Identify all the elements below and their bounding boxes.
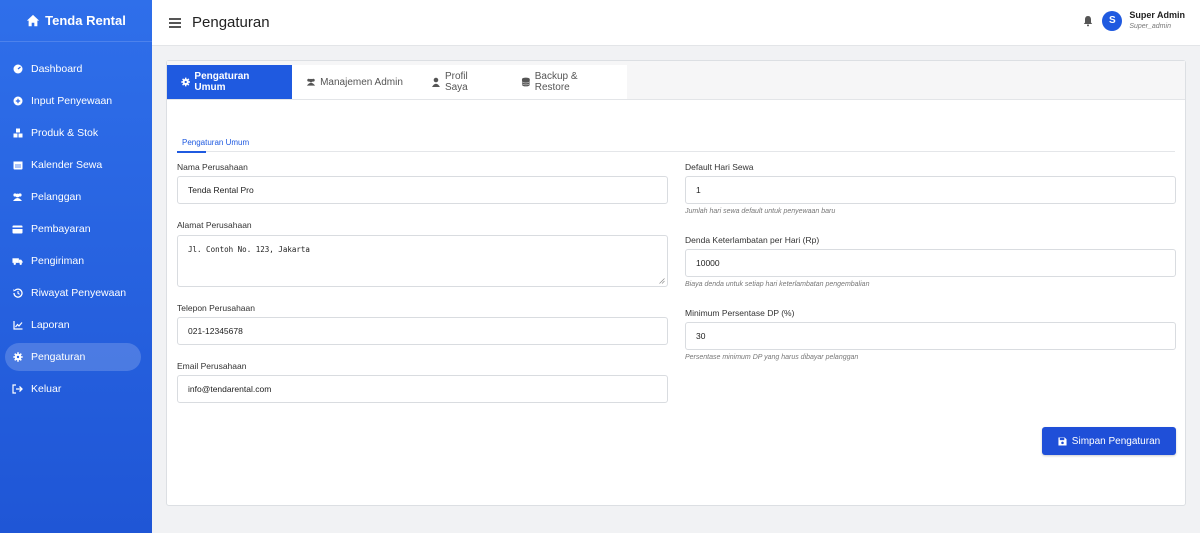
topbar: Pengaturan S Super Admin Super_admin — [152, 0, 1200, 46]
company-name-input[interactable]: Tenda Rental Pro — [177, 176, 668, 204]
sidebar-item-label: Kalender Sewa — [31, 159, 103, 171]
sidebar-item-label: Pengaturan — [31, 351, 86, 363]
company-email-input[interactable]: info@tendarental.com — [177, 375, 668, 403]
tab-label: Pengaturan Umum — [194, 71, 250, 93]
sidebar-item-label: Keluar — [31, 383, 62, 395]
company-phone-label: Telepon Perusahaan — [177, 303, 255, 313]
save-icon — [1058, 436, 1067, 446]
sidebar-nav: Dashboard Input Penyewaan Produk & Stok … — [0, 55, 152, 403]
tabs-bar: Pengaturan Umum Manajemen Admin Profil S… — [167, 61, 1185, 100]
sidebar-item-pengiriman[interactable]: Pengiriman — [5, 247, 141, 275]
sidebar-item-label: Laporan — [31, 319, 70, 331]
min-dp-help: Persentase minimum DP yang harus dibayar… — [685, 354, 859, 361]
calendar-icon — [12, 160, 23, 171]
tab-pengaturan-umum[interactable]: Pengaturan Umum — [167, 65, 292, 99]
sidebar: Tenda Rental Dashboard Input Penyewaan P… — [0, 0, 152, 533]
company-email-label: Email Perusahaan — [177, 361, 247, 371]
tab-label: Backup & Restore — [534, 71, 578, 93]
late-fee-help: Biaya denda untuk setiap hari keterlamba… — [685, 281, 870, 288]
sidebar-item-produk-stok[interactable]: Produk & Stok — [5, 119, 141, 147]
save-settings-button[interactable]: Simpan Pengaturan — [1042, 427, 1176, 455]
sidebar-item-label: Pembayaran — [31, 223, 91, 235]
home-icon — [27, 14, 40, 26]
truck-icon — [12, 256, 23, 267]
section-title: Pengaturan Umum — [182, 137, 250, 147]
tab-label: Manajemen Admin — [320, 76, 403, 88]
boxes-icon — [12, 128, 23, 139]
section-tab-pengaturan-umum[interactable]: Pengaturan Umum — [177, 134, 249, 153]
gear-icon — [181, 77, 191, 87]
menu-toggle-icon[interactable] — [169, 17, 181, 28]
tab-backup-restore[interactable]: Backup & Restore — [507, 65, 627, 99]
default-days-input[interactable]: 1 — [685, 176, 1176, 204]
default-days-help: Jumlah hari sewa default untuk penyewaan… — [685, 208, 836, 215]
sidebar-item-label: Dashboard — [31, 63, 83, 75]
user-area: S Super Admin Super_admin — [1082, 10, 1185, 31]
sidebar-item-riwayat-penyewaan[interactable]: Riwayat Penyewaan — [5, 279, 141, 307]
brand-name: Tenda Rental — [45, 13, 126, 28]
page-title: Pengaturan — [192, 14, 270, 31]
brand[interactable]: Tenda Rental — [0, 0, 152, 42]
gear-icon — [12, 352, 23, 363]
user-icon — [431, 77, 440, 87]
resize-handle-icon[interactable] — [659, 278, 665, 284]
min-dp-label: Minimum Persentase DP (%) — [685, 308, 795, 318]
company-phone-input[interactable]: 021-12345678 — [177, 317, 668, 345]
company-address-textarea[interactable]: Jl. Contoh No. 123, Jakarta — [177, 235, 668, 287]
default-days-label: Default Hari Sewa — [685, 162, 754, 172]
section-header: Pengaturan Umum — [177, 133, 1175, 153]
credit-card-icon — [12, 224, 23, 235]
company-name-label: Nama Perusahaan — [177, 162, 248, 172]
avatar[interactable]: S — [1102, 10, 1123, 31]
bell-icon[interactable] — [1082, 15, 1094, 27]
user-role: Super_admin — [1129, 23, 1171, 31]
sidebar-item-input-penyewaan[interactable]: Input Penyewaan — [5, 87, 141, 115]
sidebar-item-label: Produk & Stok — [31, 127, 99, 139]
min-dp-input[interactable]: 30 — [685, 322, 1176, 350]
user-info[interactable]: Super Admin Super_admin — [1129, 10, 1185, 31]
settings-card: Pengaturan Umum Manajemen Admin Profil S… — [166, 60, 1186, 506]
sidebar-item-label: Pengiriman — [31, 255, 85, 267]
users-gear-icon — [306, 78, 316, 86]
company-address-label: Alamat Perusahaan — [177, 220, 252, 230]
sidebar-item-kalender-sewa[interactable]: Kalender Sewa — [5, 151, 141, 179]
sidebar-item-pengaturan[interactable]: Pengaturan — [5, 343, 141, 371]
sidebar-item-laporan[interactable]: Laporan — [5, 311, 141, 339]
sidebar-item-dashboard[interactable]: Dashboard — [5, 55, 141, 83]
database-icon — [521, 77, 530, 87]
sidebar-item-pembayaran[interactable]: Pembayaran — [5, 215, 141, 243]
sidebar-item-keluar[interactable]: Keluar — [5, 375, 141, 403]
tab-manajemen-admin[interactable]: Manajemen Admin — [292, 65, 417, 99]
sign-out-icon — [12, 384, 23, 395]
sidebar-item-pelanggan[interactable]: Pelanggan — [5, 183, 141, 211]
history-icon — [12, 288, 23, 299]
sidebar-item-label: Pelanggan — [31, 191, 82, 203]
gauge-icon — [12, 64, 23, 75]
sidebar-item-label: Input Penyewaan — [31, 95, 113, 107]
tab-label: Profil Saya — [444, 71, 468, 93]
company-address-value: Jl. Contoh No. 123, Jakarta — [188, 245, 310, 254]
user-name: Super Admin — [1129, 10, 1185, 20]
save-button-label: Simpan Pengaturan — [1071, 435, 1161, 447]
late-fee-label: Denda Keterlambatan per Hari (Rp) — [685, 235, 820, 245]
users-icon — [12, 192, 23, 203]
late-fee-input[interactable]: 10000 — [685, 249, 1176, 277]
sidebar-item-label: Riwayat Penyewaan — [31, 287, 127, 299]
tab-profil-saya[interactable]: Profil Saya — [417, 65, 507, 99]
chart-icon — [12, 320, 23, 331]
plus-circle-icon — [12, 96, 23, 107]
